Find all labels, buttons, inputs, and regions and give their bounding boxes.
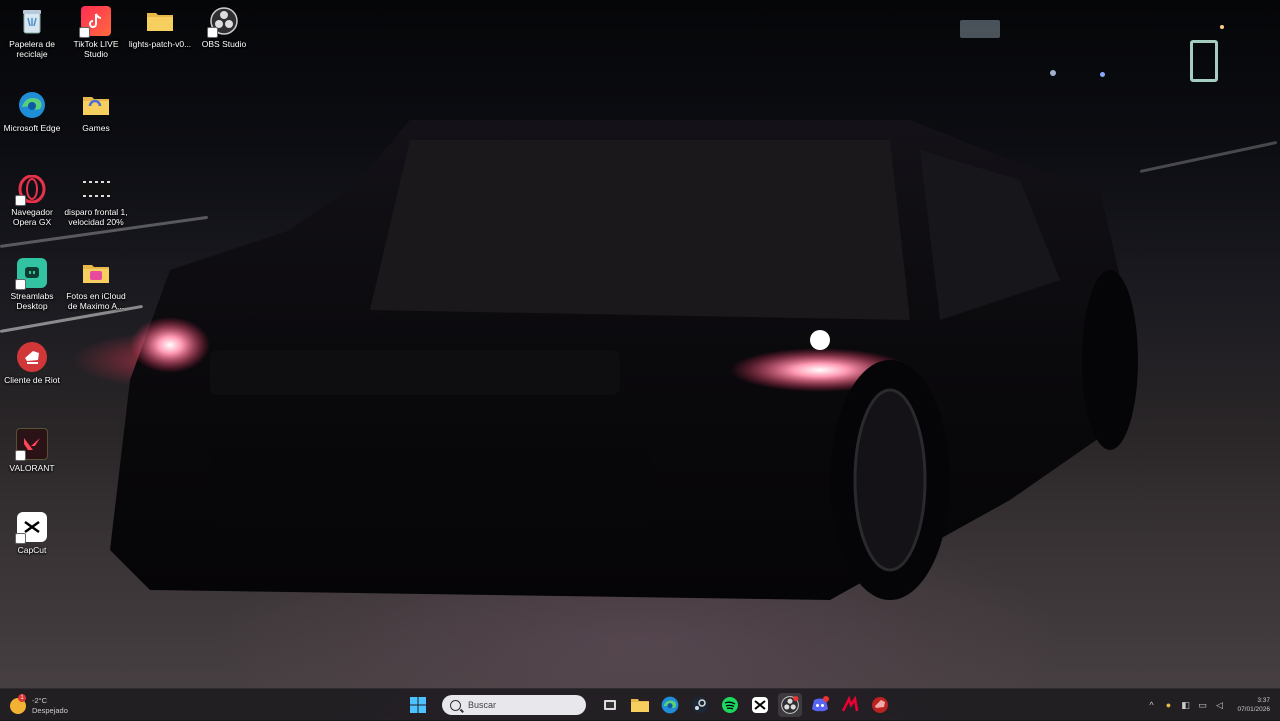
shortcut-arrow-icon [79, 27, 90, 38]
app-tray-icon[interactable]: ● [1163, 700, 1173, 710]
desktop-icon-microsoft-edge[interactable]: Microsoft Edge [0, 90, 64, 133]
folder-icon [145, 6, 175, 36]
desktop-icon-label: Cliente de Riot [4, 375, 60, 385]
notification-tray-icon[interactable]: ◧ [1180, 700, 1190, 710]
desktop-icon-icloud-photos[interactable]: Fotos en iCloud de Maximo A... [64, 258, 128, 311]
taskbar-search-box[interactable]: Buscar [442, 695, 586, 715]
weather-temperature: -2°C [32, 696, 48, 705]
capcut-icon [752, 697, 768, 713]
video-file-icon [81, 174, 111, 204]
desktop-icon-video-file[interactable]: disparo frontal 1, velocidad 20% [64, 174, 128, 227]
task-view-button[interactable] [598, 693, 622, 717]
search-placeholder: Buscar [468, 700, 497, 710]
desktop-icon-label: Microsoft Edge [3, 123, 61, 133]
shortcut-arrow-icon [15, 195, 26, 206]
desktop-icon-label: Navegador Opera GX [11, 207, 53, 227]
desktop-icon-obs-studio[interactable]: OBS Studio [192, 6, 256, 49]
start-button[interactable] [406, 693, 430, 717]
desktop-icon-riot-client[interactable]: Cliente de Riot [0, 342, 64, 385]
desktop-icon-valorant[interactable]: VALORANT [0, 428, 64, 473]
taskbar: 1 -2°C Despejado Buscar ^ ● ◧ ▭ ◁ 3:37 0… [0, 688, 1280, 721]
city-light [1050, 70, 1056, 76]
desktop-icon-capcut[interactable]: CapCut [0, 512, 64, 555]
recycle-bin-icon [17, 6, 47, 36]
city-light [1100, 72, 1105, 77]
folder-icon [81, 90, 111, 120]
weather-widget[interactable]: 1 -2°C Despejado [10, 693, 68, 719]
valorant-icon [15, 428, 48, 461]
shortcut-arrow-icon [15, 533, 26, 544]
desktop-icon-label: Streamlabs Desktop [10, 291, 54, 311]
city-light [1190, 40, 1218, 82]
spotify-icon [722, 697, 738, 713]
file-explorer-icon [631, 699, 649, 712]
edge-icon [661, 696, 679, 714]
desktop-icon-recycle-bin[interactable]: Papelera de reciclaje [0, 6, 64, 59]
tiktok-live-icon [79, 6, 111, 38]
desktop-icon-label: TikTok LIVE Studio [73, 39, 119, 59]
edge-icon [17, 90, 47, 120]
weather-alert-badge: 1 [18, 694, 26, 702]
desktop-icon-label: Papelera de reciclaje [9, 39, 55, 59]
desktop-icon-label: Fotos en iCloud de Maximo A... [66, 291, 126, 311]
opera-gx-icon [15, 174, 47, 206]
desktop-icon-label: VALORANT [9, 463, 55, 473]
city-light [960, 20, 1000, 38]
shortcut-arrow-icon [207, 27, 218, 38]
desktop-icon-label: OBS Studio [201, 39, 247, 49]
desktop-icon-tiktok-live-studio[interactable]: TikTok LIVE Studio [64, 6, 128, 59]
desktop-icon-label: lights-patch-v0... [128, 39, 192, 49]
msi-afterburner-taskbar-button[interactable] [838, 693, 862, 717]
discord-icon [812, 696, 829, 712]
obs-icon [781, 696, 799, 714]
clock-time: 3:37 [1257, 697, 1270, 704]
spotify-taskbar-button[interactable] [718, 693, 742, 717]
riot-client-icon [872, 697, 888, 713]
riot-client-icon [17, 342, 47, 372]
chevron-up-icon[interactable]: ^ [1146, 700, 1156, 710]
taskbar-apps: Buscar [406, 692, 892, 718]
desktop-icon-label: CapCut [17, 545, 47, 555]
weather-condition: Despejado [32, 706, 68, 715]
taskbar-clock[interactable]: 3:37 07/01/2026 [1237, 696, 1270, 714]
folder-icon [81, 258, 111, 288]
desktop-icon-streamlabs[interactable]: Streamlabs Desktop [0, 258, 64, 311]
edge-taskbar-button[interactable] [658, 693, 682, 717]
capcut-icon [15, 512, 47, 544]
system-tray: ^ ● ◧ ▭ ◁ 3:37 07/01/2026 [1146, 693, 1270, 717]
obs-taskbar-button[interactable] [778, 693, 802, 717]
windows-start-icon [410, 697, 426, 713]
msi-afterburner-icon [841, 696, 859, 712]
capcut-taskbar-button[interactable] [748, 693, 772, 717]
clock-date: 07/01/2026 [1237, 706, 1270, 713]
city-light [1220, 25, 1224, 29]
car-silhouette [110, 120, 1140, 620]
task-view-icon [604, 700, 616, 710]
desktop-icon-label: Games [82, 123, 110, 133]
desktop-icon-label: disparo frontal 1, velocidad 20% [64, 207, 128, 227]
search-icon [450, 699, 461, 711]
desktop-icon-opera-gx[interactable]: Navegador Opera GX [0, 174, 64, 227]
volume-icon[interactable]: ◁ [1214, 700, 1224, 710]
steam-icon [692, 697, 708, 713]
network-icon[interactable]: ▭ [1197, 700, 1207, 710]
weather-sun-icon: 1 [10, 694, 26, 714]
streamlabs-icon [15, 258, 47, 290]
steam-taskbar-button[interactable] [688, 693, 712, 717]
riot-client-taskbar-button[interactable] [868, 693, 892, 717]
discord-taskbar-button[interactable] [808, 693, 832, 717]
shortcut-arrow-icon [15, 450, 26, 461]
desktop-icon-games-folder[interactable]: Games [64, 90, 128, 133]
obs-icon [207, 6, 239, 38]
file-explorer-button[interactable] [628, 693, 652, 717]
shortcut-arrow-icon [15, 279, 26, 290]
desktop-icon-lights-patch-folder[interactable]: lights-patch-v0... [128, 6, 192, 49]
